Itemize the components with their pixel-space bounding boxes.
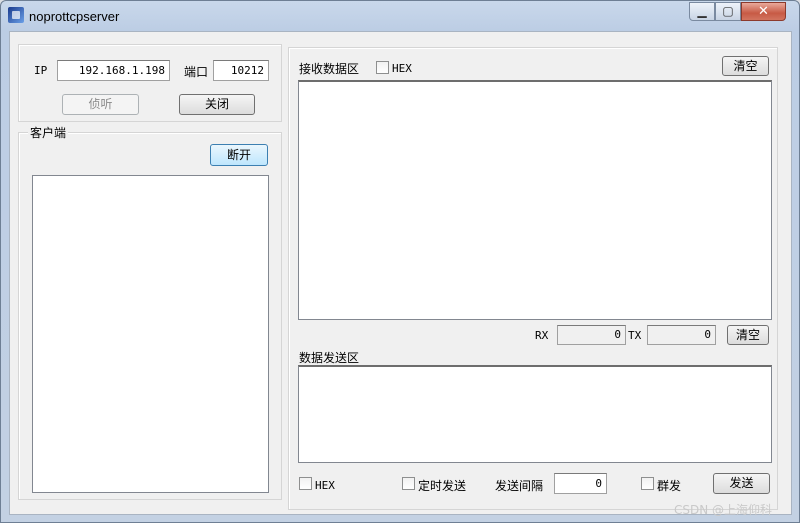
title-bar[interactable]: noprottcpserver ▁ ▢ ✕: [1, 1, 799, 31]
rx-count: 0: [557, 325, 626, 345]
maximize-button[interactable]: ▢: [715, 2, 741, 21]
close-icon: ✕: [758, 4, 769, 19]
send-group-label: 数据发送区: [299, 351, 360, 365]
receive-hex-checkbox[interactable]: [376, 61, 389, 74]
window-title: noprottcpserver: [29, 9, 120, 24]
disconnect-button[interactable]: 断开: [210, 144, 268, 166]
watermark: CSDN @上海仰科: [674, 503, 773, 517]
close-button[interactable]: 关闭: [179, 94, 255, 115]
rx-label: RX: [535, 329, 549, 342]
ip-input[interactable]: 192.168.1.198: [57, 60, 170, 81]
minimize-button[interactable]: ▁: [689, 2, 715, 21]
receive-hex-label: HEX: [392, 62, 412, 75]
receive-text-area[interactable]: [298, 80, 772, 320]
listen-button[interactable]: 侦听: [62, 94, 139, 115]
maximize-icon: ▢: [722, 4, 734, 18]
send-button[interactable]: 发送: [713, 473, 770, 494]
send-hex-checkbox[interactable]: [299, 477, 312, 490]
app-window: noprottcpserver ▁ ▢ ✕ IP 192.168.1.198 端…: [0, 0, 800, 523]
send-interval-input[interactable]: 0: [554, 473, 607, 494]
client-area: IP 192.168.1.198 端口 10212 侦听 关闭 客户端 断开 接…: [9, 31, 792, 515]
receive-clear-button[interactable]: 清空: [722, 56, 769, 76]
send-text-area[interactable]: [298, 365, 772, 463]
receive-group-label: 接收数据区: [299, 62, 360, 76]
send-hex-label: HEX: [315, 479, 335, 492]
tx-count: 0: [647, 325, 716, 345]
timed-send-checkbox[interactable]: [402, 477, 415, 490]
port-label: 端口: [184, 65, 209, 79]
tx-label: TX: [628, 329, 642, 342]
send-interval-label: 发送间隔: [495, 479, 544, 493]
client-group-label: 客户端: [28, 124, 69, 141]
stats-clear-button[interactable]: 清空: [727, 325, 769, 345]
minimize-icon: ▁: [697, 4, 707, 18]
broadcast-label: 群发: [657, 479, 682, 493]
port-input[interactable]: 10212: [213, 60, 269, 81]
app-icon: [8, 7, 24, 23]
ip-label: IP: [34, 64, 48, 77]
timed-send-label: 定时发送: [418, 479, 467, 493]
client-list[interactable]: [32, 175, 269, 493]
close-window-button[interactable]: ✕: [741, 2, 786, 21]
broadcast-checkbox[interactable]: [641, 477, 654, 490]
